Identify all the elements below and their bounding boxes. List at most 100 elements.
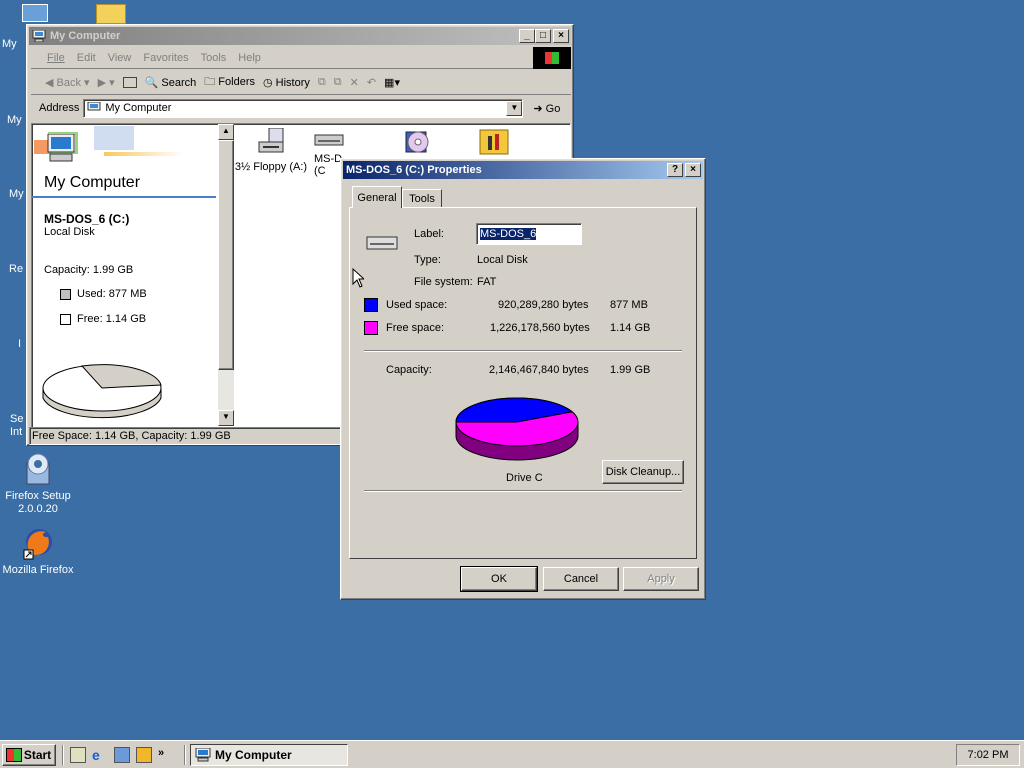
free-space-size: 1.14 GB — [610, 322, 651, 334]
drive-caption: Drive C — [506, 472, 543, 484]
folders-icon: 🗀 — [204, 76, 216, 88]
close-button[interactable]: × — [553, 29, 569, 43]
search-button[interactable]: 🔍 Search — [145, 76, 197, 89]
tab-general[interactable]: General — [352, 186, 402, 208]
clock[interactable]: 7:02 PM — [968, 749, 1009, 761]
firefox-setup-icon — [26, 453, 50, 485]
cd-drive-icon[interactable] — [402, 126, 432, 156]
drive-name: MS-DOS_6 (C:) — [44, 212, 130, 226]
task-my-computer[interactable]: My Computer — [190, 744, 348, 766]
apply-button[interactable]: Apply — [623, 567, 699, 591]
dialog-title: MS-DOS_6 (C:) Properties — [346, 164, 482, 176]
menu-edit[interactable]: Edit — [77, 52, 96, 64]
move-to-icon[interactable]: ⧉ — [318, 76, 326, 89]
cancel-button[interactable]: Cancel — [543, 567, 619, 591]
free-space-caption: Free space: — [386, 322, 445, 334]
internet-explorer-icon[interactable]: e — [92, 747, 108, 763]
capacity-text: Capacity: 1.99 GB — [44, 264, 134, 276]
history-button[interactable]: ◷ History — [263, 76, 310, 89]
panel-banner-graphic — [34, 126, 184, 176]
up-folder-icon[interactable] — [122, 77, 137, 88]
scroll-thumb[interactable] — [218, 140, 234, 370]
properties-dialog: MS-DOS_6 (C:) Properties ? × General Too… — [340, 158, 706, 600]
address-bar: Address My Computer ▼ ➜ Go — [31, 96, 571, 120]
computer-icon — [32, 30, 46, 42]
address-input[interactable]: My Computer ▼ — [83, 98, 524, 118]
help-button[interactable]: ? — [667, 163, 683, 177]
free-legend: Free: 1.14 GB — [60, 313, 146, 325]
undo-icon[interactable]: ↶ — [367, 76, 376, 89]
explorer-title: My Computer — [50, 30, 121, 42]
disk-cleanup-button[interactable]: Disk Cleanup... — [602, 460, 684, 484]
desktop-icon-firefox-setup[interactable]: Firefox Setup 2.0.0.20 — [0, 452, 76, 516]
mouse-cursor-icon — [352, 268, 364, 288]
desktop-icon-mozilla-firefox[interactable]: Mozilla Firefox — [0, 526, 76, 577]
dialog-close-button[interactable]: × — [685, 163, 701, 177]
my-computer-icon — [47, 134, 75, 162]
media-player-icon[interactable] — [136, 747, 152, 763]
go-button[interactable]: ➜ Go — [533, 102, 560, 115]
folder-icon[interactable] — [96, 4, 126, 24]
windows-flag-icon — [6, 749, 21, 761]
left-pane-scrollbar[interactable]: ▲ ▼ — [218, 124, 234, 426]
filesystem-caption: File system: — [414, 276, 473, 288]
go-arrow-icon: ➜ — [533, 102, 543, 115]
menu-file[interactable]: File — [47, 52, 65, 64]
views-button[interactable]: ▦▾ — [384, 76, 400, 89]
drive-item-floppy[interactable]: 3½ Floppy (A:) — [234, 127, 308, 173]
firefox-icon — [23, 529, 52, 560]
ok-button[interactable]: OK — [460, 566, 538, 592]
capacity-caption: Capacity: — [386, 364, 432, 376]
used-legend: Used: 877 MB — [60, 288, 147, 300]
computer-icon — [195, 748, 211, 762]
used-space-size: 877 MB — [610, 299, 648, 311]
windows-logo — [533, 47, 571, 69]
maximize-button[interactable]: □ — [535, 29, 551, 43]
divider — [364, 490, 682, 492]
outlook-express-icon[interactable] — [114, 747, 130, 763]
menu-favorites[interactable]: Favorites — [143, 52, 188, 64]
show-desktop-icon[interactable] — [70, 747, 86, 763]
menu-tools[interactable]: Tools — [201, 52, 227, 64]
computer-icon — [87, 102, 101, 111]
used-swatch — [60, 288, 71, 300]
address-dropdown-button[interactable]: ▼ — [506, 100, 523, 116]
menu-help[interactable]: Help — [238, 52, 261, 64]
dialog-titlebar[interactable]: MS-DOS_6 (C:) Properties ? × — [343, 161, 703, 179]
system-tray: 7:02 PM — [956, 744, 1020, 766]
standard-toolbar: ◀ Back ▾ ▶ ▾ 🔍 Search 🗀 Folders ◷ Histor… — [31, 71, 571, 95]
copy-to-icon[interactable]: ⧉ — [334, 76, 342, 89]
quick-launch-chevron[interactable]: » — [158, 747, 164, 763]
search-icon: 🔍 — [144, 77, 159, 89]
forward-button[interactable]: ▶ ▾ — [98, 76, 115, 89]
disk-pie-chart — [455, 397, 579, 461]
scroll-up-button[interactable]: ▲ — [218, 124, 234, 140]
panel-heading: My Computer — [44, 174, 141, 191]
folders-button[interactable]: 🗀 Folders — [204, 73, 255, 92]
left-pie-chart — [42, 364, 162, 419]
my-documents-icon[interactable] — [22, 4, 48, 22]
status-bar: Free Space: 1.14 GB, Capacity: 1.99 GB — [29, 427, 347, 445]
used-space-bytes: 920,289,280 bytes — [498, 299, 589, 311]
label-input[interactable]: MS-DOS_6 — [476, 223, 582, 245]
start-button[interactable]: Start — [2, 744, 56, 766]
used-space-caption: Used space: — [386, 299, 448, 311]
free-space-swatch — [364, 321, 378, 335]
filesystem-value: FAT — [477, 276, 497, 288]
quick-launch: e » — [70, 747, 164, 763]
delete-icon[interactable]: ✕ — [350, 76, 359, 89]
explorer-titlebar[interactable]: My Computer _ □ × — [29, 27, 571, 45]
menu-view[interactable]: View — [108, 52, 132, 64]
capacity-bytes: 2,146,467,840 bytes — [489, 364, 589, 376]
minimize-button[interactable]: _ — [519, 29, 535, 43]
scroll-down-button[interactable]: ▼ — [218, 410, 234, 426]
capacity-size: 1.99 GB — [610, 364, 651, 376]
divider — [364, 350, 682, 352]
history-icon: ◷ — [262, 77, 273, 89]
tab-tools[interactable]: Tools — [402, 189, 442, 208]
left-info-panel: My Computer MS-DOS_6 (C:) Local Disk Cap… — [32, 124, 218, 426]
back-button[interactable]: ◀ Back ▾ — [45, 76, 90, 89]
control-panel-icon[interactable] — [478, 126, 510, 156]
type-caption: Type: — [414, 254, 441, 266]
address-label: Address — [39, 102, 80, 114]
